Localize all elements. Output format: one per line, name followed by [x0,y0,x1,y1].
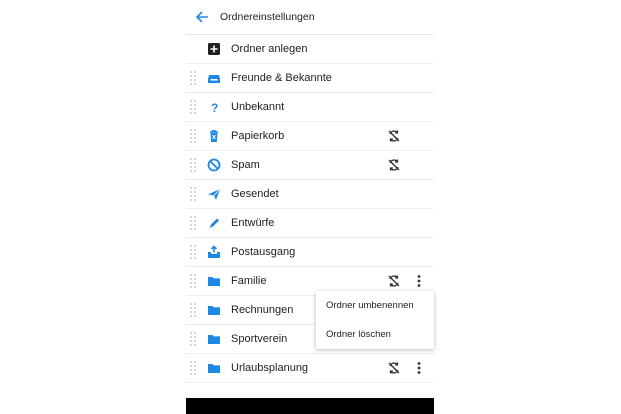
folder-label: Familie [231,275,267,287]
folder-icon [208,306,220,315]
sync-disabled-icon[interactable] [387,361,401,375]
folder-label: Entwürfe [231,217,275,229]
sync-disabled-icon[interactable] [387,274,401,288]
folder-row[interactable]: Postausgang [186,238,434,267]
inbox-icon [208,75,220,83]
trash-icon [210,130,218,142]
folder-row[interactable]: ? Unbekannt [186,93,434,122]
block-icon [207,158,221,172]
folder-label: Urlaubsplanung [231,362,309,374]
more-options-icon[interactable] [414,274,424,288]
drag-handle-icon[interactable] [190,158,197,172]
send-icon [208,188,221,200]
folder-row[interactable]: Ordner anlegen [186,35,434,64]
sync-disabled-icon[interactable] [387,129,401,143]
folder-label: Ordner anlegen [231,43,308,55]
more-options-icon[interactable] [414,361,424,375]
app-bar: Ordnereinstellungen [186,0,434,35]
drag-handle-icon[interactable] [190,129,197,143]
folder-label: Freunde & Bekannte [231,72,332,84]
pen-icon [209,218,219,229]
folder-row[interactable]: Papierkorb [186,122,434,151]
drag-handle-icon[interactable] [190,187,197,201]
drag-handle-icon[interactable] [190,245,197,259]
sync-disabled-icon[interactable] [387,158,401,172]
folder-icon [208,335,220,344]
page-title: Ordnereinstellungen [220,11,315,23]
back-arrow-icon[interactable] [194,9,210,25]
drag-handle-icon[interactable] [190,274,197,288]
drag-handle-icon[interactable] [190,361,197,375]
drag-handle-icon[interactable] [190,71,197,85]
drag-handle-icon[interactable] [190,332,197,346]
system-nav-bar [186,398,434,414]
folder-label: Postausgang [231,246,296,258]
folder-row[interactable]: Freunde & Bekannte [186,64,434,93]
folder-label: Sportverein [231,333,288,345]
drag-handle-icon[interactable] [190,100,197,114]
folder-label: Papierkorb [231,130,285,142]
folder-icon [208,277,220,286]
outbox-icon [208,245,220,258]
add-box-icon [208,43,220,55]
folder-row[interactable]: Urlaubsplanung [186,354,434,383]
question-icon: ? [211,101,218,114]
folder-context-menu: Ordner umbenennen Ordner löschen [316,291,434,349]
folder-label: Spam [231,159,260,171]
folder-row[interactable]: Entwürfe [186,209,434,238]
rename-folder-menu-item[interactable]: Ordner umbenennen [316,291,434,320]
folder-row[interactable]: Gesendet [186,180,434,209]
folder-label: Rechnungen [231,304,294,316]
svg-text:?: ? [211,101,218,114]
folder-label: Gesendet [231,188,279,200]
drag-handle-icon[interactable] [190,303,197,317]
delete-folder-menu-item[interactable]: Ordner löschen [316,320,434,349]
folder-settings-screen: Ordnereinstellungen Ordner anlegen Freund… [186,0,434,414]
folder-icon [208,364,220,373]
folder-row[interactable]: Spam [186,151,434,180]
folder-label: Unbekannt [231,101,285,113]
drag-handle-icon[interactable] [190,216,197,230]
